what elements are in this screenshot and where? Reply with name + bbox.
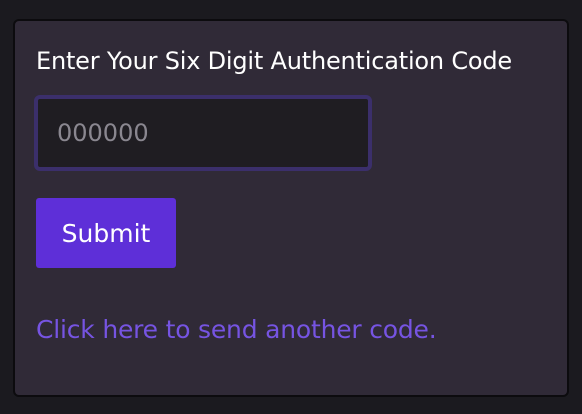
resend-code-link[interactable]: Click here to send another code.	[36, 313, 437, 347]
submit-button[interactable]: Submit	[36, 198, 176, 268]
auth-code-card: Enter Your Six Digit Authentication Code…	[13, 19, 569, 397]
auth-code-title: Enter Your Six Digit Authentication Code	[36, 47, 512, 75]
auth-code-input[interactable]	[34, 95, 372, 171]
